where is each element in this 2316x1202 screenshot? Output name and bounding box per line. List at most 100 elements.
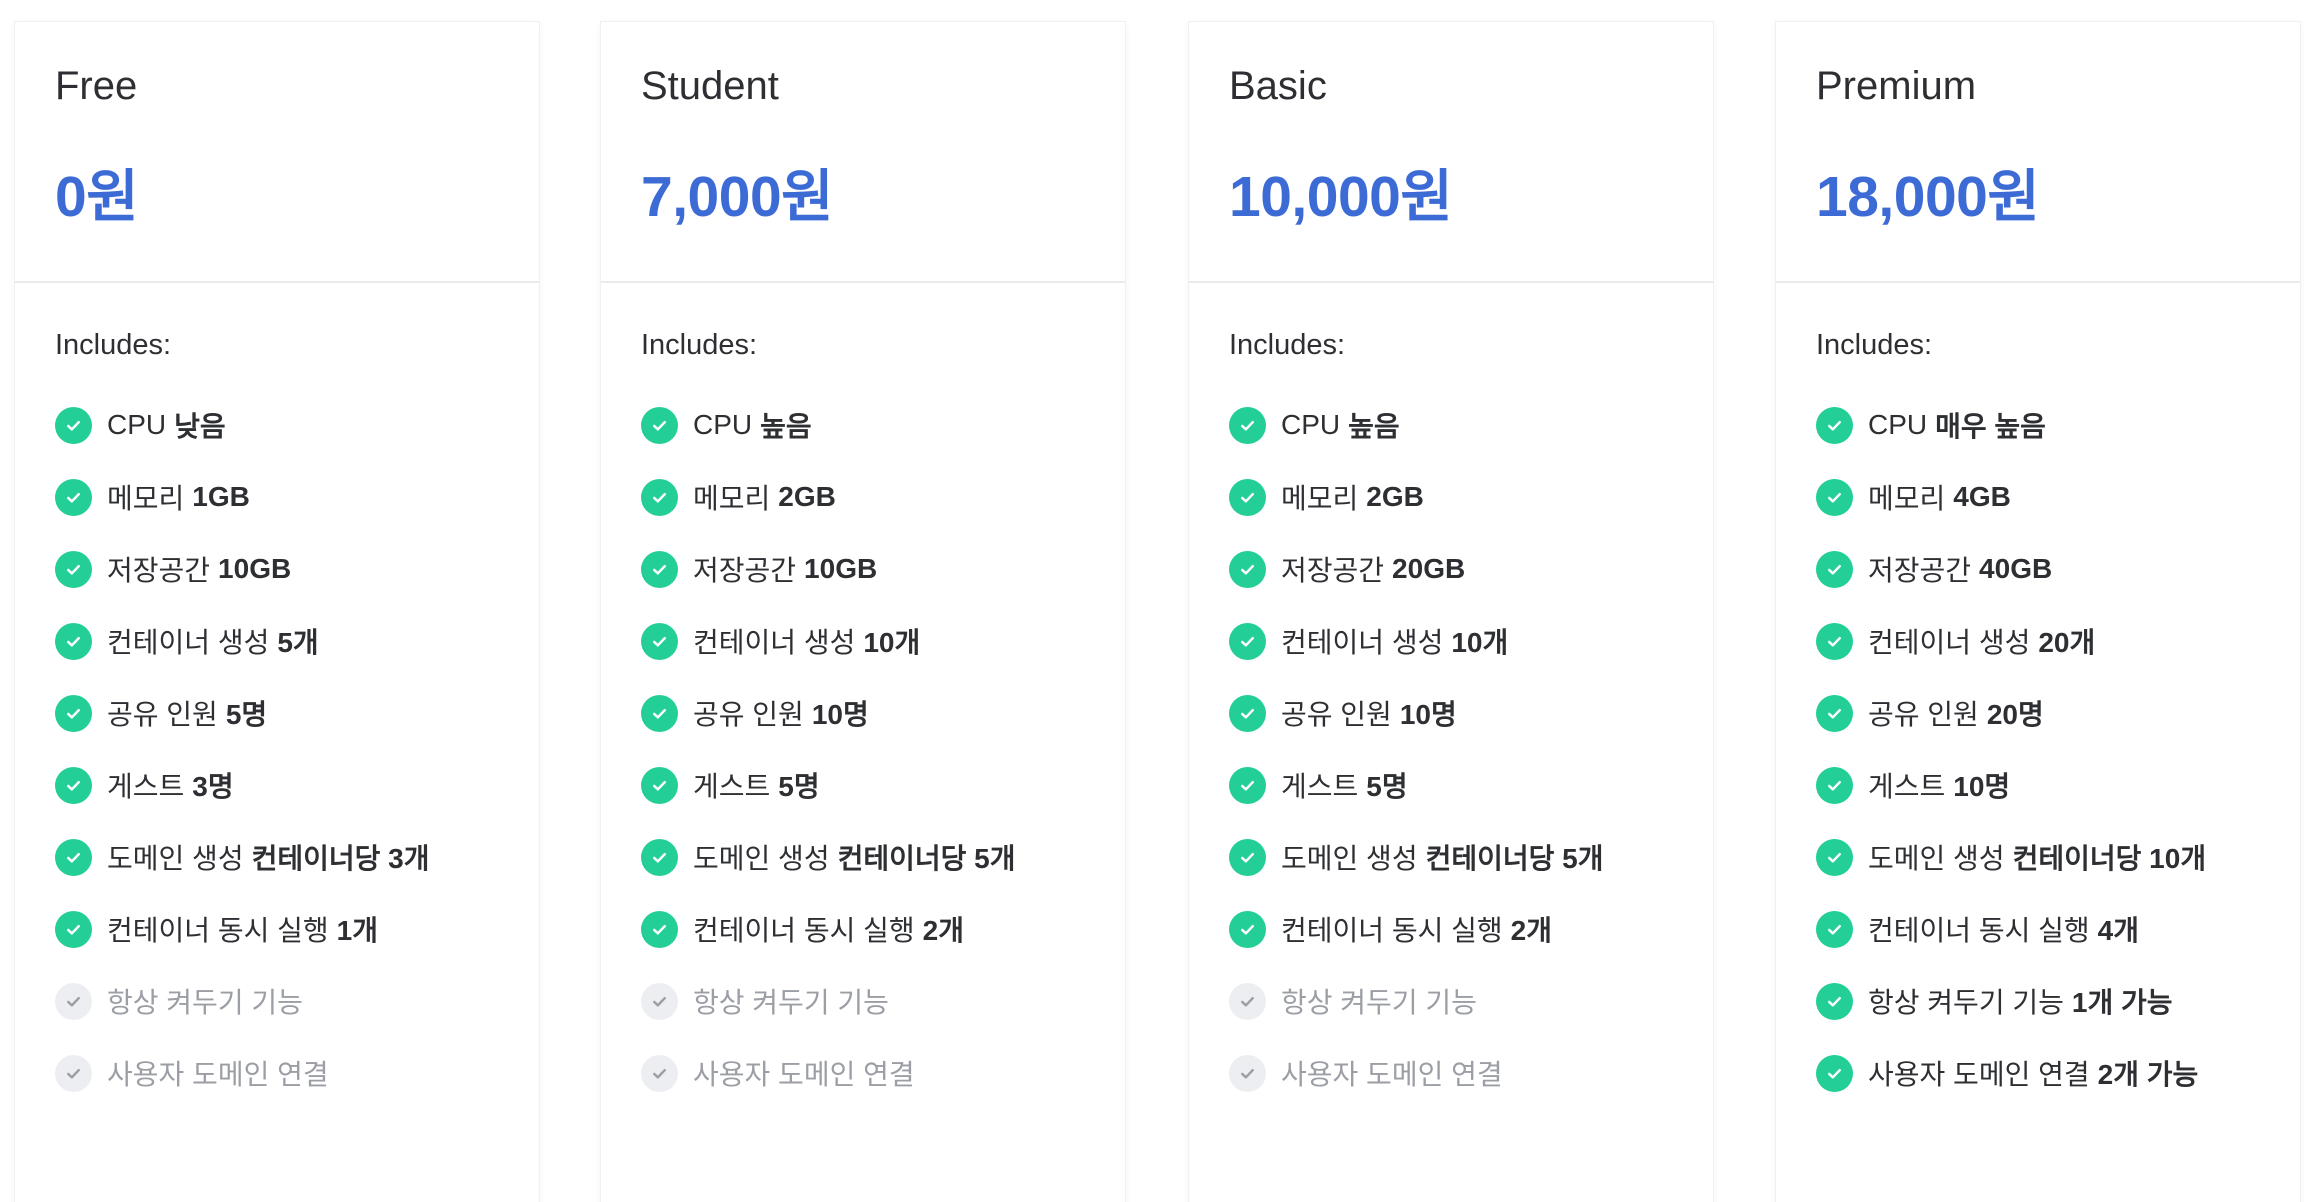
check-circle-icon [1229,478,1266,516]
feature-list: CPU 높음 메모리 2GB 저장공간 20GB 컨테이너 생성 10개 공유 인원 10명 게스트… [1229,389,1673,1109]
feature-item: 게스트 5명 [641,749,1085,821]
plan-card-basic[interactable]: Basic 10,000원 Includes: CPU 높음 메모리 2GB 저장공간 2… [1189,22,1713,1202]
plan-body: Includes: CPU 매우 높음 메모리 4GB 저장공간 40GB 컨테이너 생성 2… [1776,283,2300,1109]
feature-label: 공유 인원 [1868,699,1979,730]
feature-label: 항상 켜두기 기능 [693,987,889,1018]
feature-item: CPU 높음 [641,389,1085,461]
feature-value: 4개 [2097,915,2139,946]
feature-value: 10개 [863,627,921,658]
check-circle-disabled-icon [1229,1054,1266,1092]
plan-price: 7,000원 [641,165,834,229]
feature-item: 컨테이너 생성 10개 [641,605,1085,677]
feature-item: 항상 켜두기 기능 [641,965,1085,1037]
check-circle-icon [641,478,678,516]
feature-item: 공유 인원 20명 [1816,677,2260,749]
feature-label: 사용자 도메인 연결 [1281,1059,1503,1090]
check-circle-icon [641,406,678,444]
includes-label: Includes: [1816,329,1933,361]
includes-label: Includes: [641,329,758,361]
plan-card-free[interactable]: Free 0원 Includes: CPU 낮음 메모리 1GB 저장공간 10GB 컨테이… [15,22,539,1202]
plan-name: Basic [1229,64,1327,108]
feature-label: 도메인 생성 [107,843,244,874]
feature-label: 게스트 [1281,771,1359,802]
check-circle-icon [641,838,678,876]
feature-label: 저장공간 [1868,555,1972,586]
feature-item: 컨테이너 동시 실행 2개 [1229,893,1673,965]
check-circle-icon [1816,550,1853,588]
feature-label: 저장공간 [1281,555,1385,586]
feature-item: 저장공간 10GB [55,533,499,605]
feature-value: 4GB [1953,481,2011,512]
feature-item: 컨테이너 동시 실행 1개 [55,893,499,965]
feature-item: 게스트 3명 [55,749,499,821]
feature-label: 항상 켜두기 기능 [1281,987,1477,1018]
check-circle-disabled-icon [55,982,92,1020]
feature-label: CPU [1868,409,1928,440]
feature-item: 항상 켜두기 기능 [1229,965,1673,1037]
feature-label: 항상 켜두기 기능 [1868,987,2064,1018]
plan-header: Premium 18,000원 [1776,22,2300,283]
check-circle-icon [55,910,92,948]
check-circle-disabled-icon [641,1054,678,1092]
feature-item: 컨테이너 동시 실행 2개 [641,893,1085,965]
feature-item: 사용자 도메인 연결 [55,1037,499,1109]
feature-value: 10GB [218,553,292,584]
feature-item: 공유 인원 10명 [1229,677,1673,749]
feature-item: 게스트 10명 [1816,749,2260,821]
feature-label: 공유 인원 [693,699,804,730]
feature-label: 게스트 [1868,771,1946,802]
feature-item: 사용자 도메인 연결 2개 가능 [1816,1037,2260,1109]
plan-header: Student 7,000원 [601,22,1125,283]
feature-item: 도메인 생성 컨테이너당 5개 [1229,821,1673,893]
check-circle-disabled-icon [641,982,678,1020]
plan-name: Student [641,64,779,108]
plan-price: 18,000원 [1816,165,2040,229]
plan-header: Basic 10,000원 [1189,22,1713,283]
feature-value: 10개 [1451,627,1509,658]
feature-list: CPU 높음 메모리 2GB 저장공간 10GB 컨테이너 생성 10개 공유 인원 10명 게스트… [641,389,1085,1109]
feature-item: 컨테이너 생성 5개 [55,605,499,677]
feature-label: CPU [107,409,167,440]
feature-label: 사용자 도메인 연결 [107,1059,329,1090]
check-circle-icon [641,910,678,948]
feature-label: 컨테이너 동시 실행 [1281,915,1503,946]
plan-card-premium[interactable]: Premium 18,000원 Includes: CPU 매우 높음 메모리 4GB… [1776,22,2300,1202]
feature-item: CPU 매우 높음 [1816,389,2260,461]
feature-label: 공유 인원 [1281,699,1392,730]
feature-label: CPU [693,409,753,440]
feature-value: 10명 [811,699,869,730]
feature-value: 5명 [1366,771,1408,802]
feature-value: 낮음 [174,411,226,442]
feature-label: 저장공간 [693,555,797,586]
check-circle-icon [641,694,678,732]
plan-body: Includes: CPU 높음 메모리 2GB 저장공간 20GB 컨테이너 생성 10개 공… [1189,283,1713,1109]
plan-header: Free 0원 [15,22,539,283]
feature-list: CPU 낮음 메모리 1GB 저장공간 10GB 컨테이너 생성 5개 공유 인원 5명 게스트 3명… [55,389,499,1109]
check-circle-icon [1816,910,1853,948]
feature-label: 컨테이너 생성 [1281,627,1444,658]
plan-body: Includes: CPU 낮음 메모리 1GB 저장공간 10GB 컨테이너 생성 5개 공유… [15,283,539,1109]
feature-item: 메모리 4GB [1816,461,2260,533]
feature-label: 컨테이너 동시 실행 [693,915,915,946]
feature-item: 사용자 도메인 연결 [641,1037,1085,1109]
feature-value: 높음 [1348,411,1400,442]
feature-label: 게스트 [693,771,771,802]
feature-value: 20명 [1986,699,2044,730]
pricing-board: Free 0원 Includes: CPU 낮음 메모리 1GB 저장공간 10GB 컨테이… [0,0,2316,1202]
feature-list: CPU 매우 높음 메모리 4GB 저장공간 40GB 컨테이너 생성 20개 공유 인원 20명… [1816,389,2260,1109]
feature-item: CPU 높음 [1229,389,1673,461]
feature-label: 컨테이너 생성 [693,627,856,658]
check-circle-icon [641,550,678,588]
feature-value: 5명 [778,771,820,802]
check-circle-icon [1816,694,1853,732]
feature-item: CPU 낮음 [55,389,499,461]
check-circle-icon [1816,406,1853,444]
feature-item: 메모리 1GB [55,461,499,533]
feature-value: 2개 가능 [2097,1059,2199,1090]
feature-value: 높음 [760,411,812,442]
check-circle-icon [1229,910,1266,948]
feature-value: 3명 [192,771,234,802]
feature-value: 컨테이너당 5개 [1425,843,1604,874]
plan-card-student[interactable]: Student 7,000원 Includes: CPU 높음 메모리 2GB 저장공간… [601,22,1125,1202]
feature-item: 공유 인원 10명 [641,677,1085,749]
